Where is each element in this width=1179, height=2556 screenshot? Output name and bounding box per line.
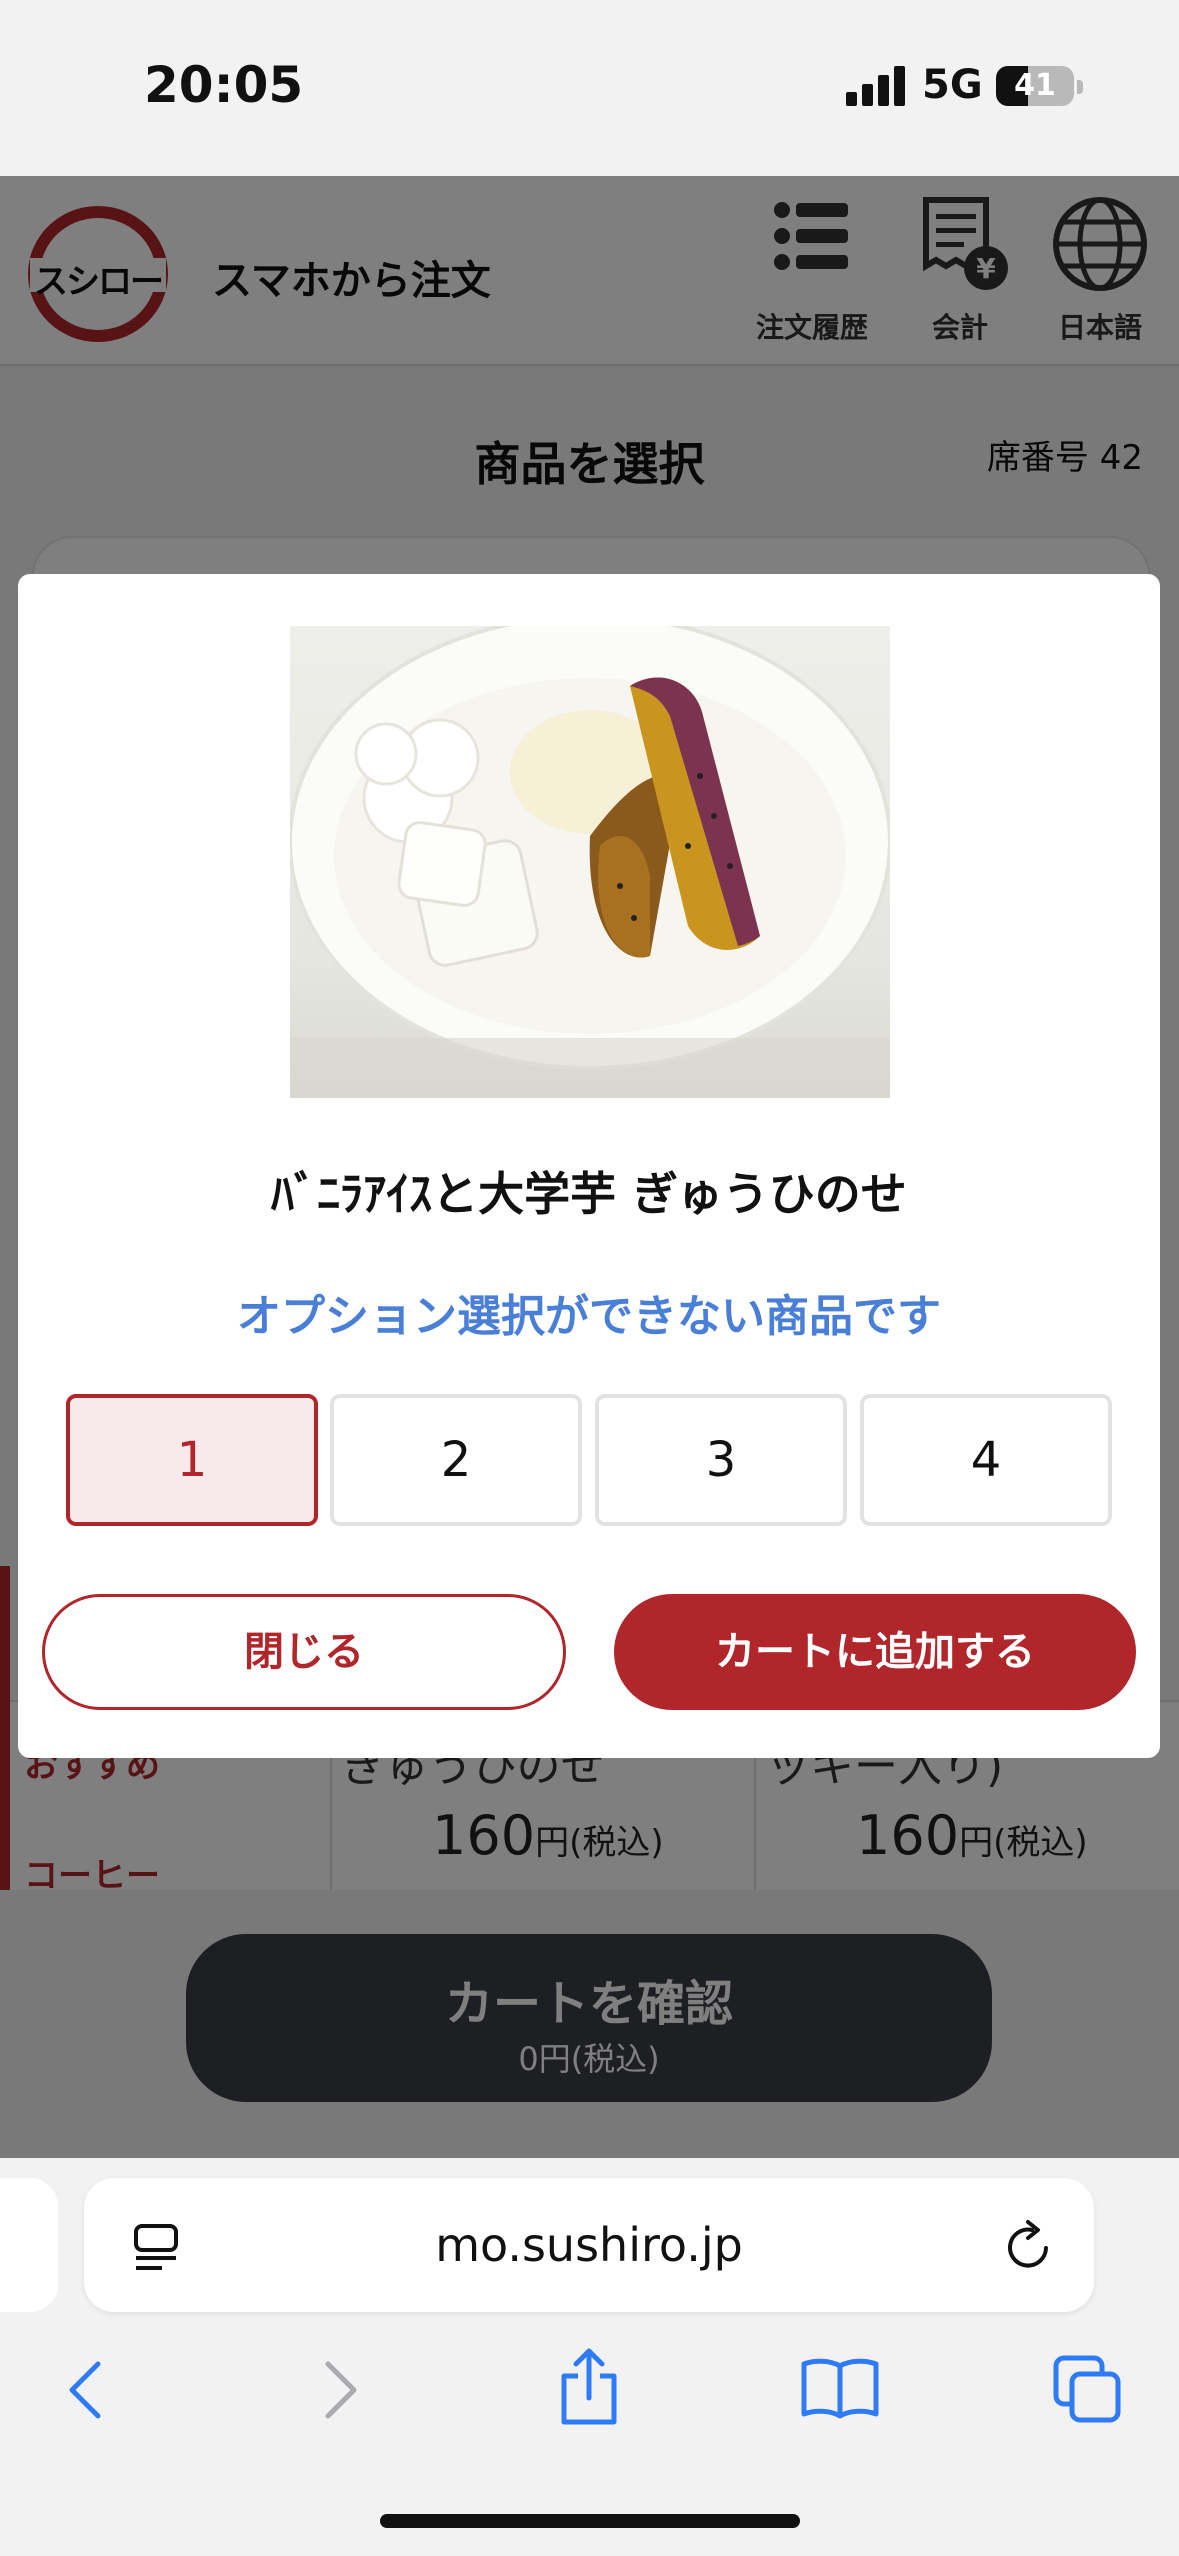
add-to-cart-button[interactable]: カートに追加する — [614, 1594, 1136, 1710]
quantity-option-4[interactable]: 4 — [860, 1394, 1112, 1526]
quantity-option-1[interactable]: 1 — [66, 1394, 318, 1526]
bookmarks-icon[interactable] — [800, 2356, 880, 2420]
option-unavailable-note: オプション選択ができない商品です — [237, 1291, 941, 1342]
battery-icon: 41 — [996, 66, 1074, 106]
url-text: mo.sushiro.jp — [435, 2218, 743, 2272]
previous-tab-preview[interactable] — [0, 2178, 58, 2312]
back-icon[interactable] — [64, 2358, 108, 2422]
browser-toolbar: mo.sushiro.jp — [0, 2158, 1179, 2556]
status-bar: 20:05 5G 41 — [0, 0, 1179, 176]
battery-tip — [1077, 80, 1083, 94]
item-photo — [290, 626, 890, 1098]
home-indicator — [380, 2514, 800, 2528]
reload-icon[interactable] — [1002, 2218, 1058, 2274]
battery-percent: 41 — [1014, 68, 1056, 103]
network-type: 5G — [922, 62, 983, 108]
item-photo-illustration — [290, 626, 890, 1098]
forward-icon[interactable] — [318, 2358, 362, 2422]
quantity-option-3[interactable]: 3 — [595, 1394, 847, 1526]
item-name: ﾊﾞﾆﾗｱｲｽと大学芋 ぎゅうひのせ — [271, 1167, 907, 1221]
cellular-signal-icon — [846, 64, 906, 106]
tabs-icon[interactable] — [1052, 2354, 1124, 2426]
share-icon[interactable] — [556, 2346, 622, 2428]
close-button[interactable]: 閉じる — [42, 1594, 566, 1710]
item-detail-modal: ﾊﾞﾆﾗｱｲｽと大学芋 ぎゅうひのせ オプション選択ができない商品です 1 2 … — [18, 574, 1160, 1758]
address-bar[interactable]: mo.sushiro.jp — [84, 2178, 1094, 2312]
quantity-option-2[interactable]: 2 — [330, 1394, 582, 1526]
status-time: 20:05 — [144, 56, 304, 114]
